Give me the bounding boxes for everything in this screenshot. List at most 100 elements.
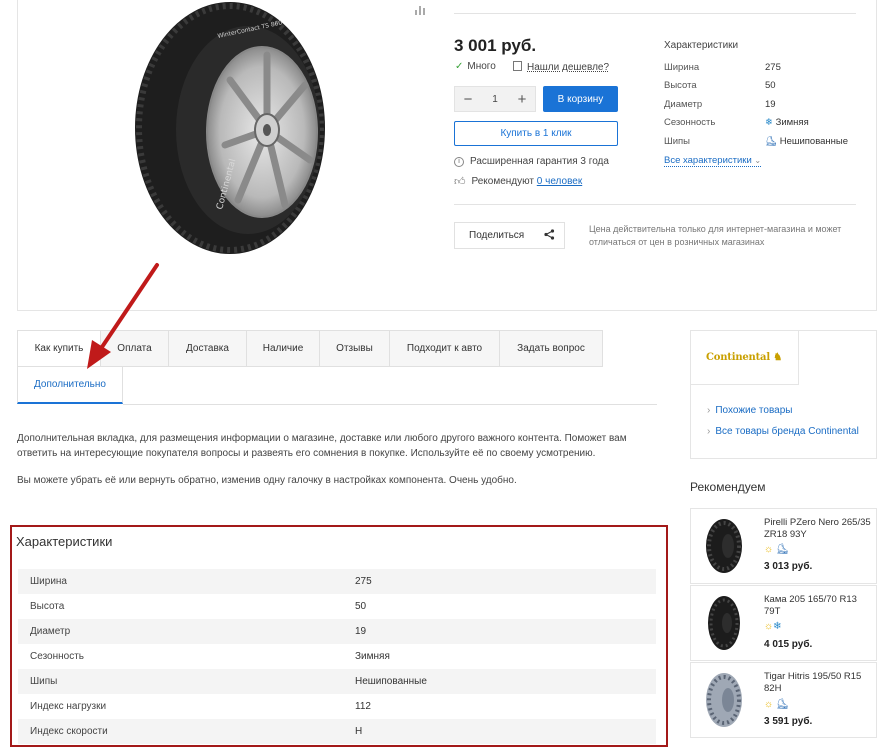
recommend-card[interactable]: Pirelli PZero Nero 265/35 ZR18 93Y ☼ ⛸ 3… — [690, 508, 877, 584]
table-value: H — [355, 726, 363, 737]
warranty-info: i Расширенная гарантия 3 года — [454, 156, 609, 167]
document-icon — [513, 61, 522, 71]
tire-thumb — [706, 519, 742, 573]
recommend-name[interactable]: Pirelli PZero Nero 265/35 ZR18 93Y — [764, 517, 872, 540]
bar-chart-icon[interactable] — [414, 4, 426, 16]
table-row: Шипы Нешипованные — [18, 669, 656, 694]
price-note: Цена действительна только для интернет-м… — [589, 224, 842, 247]
tire-thumb — [708, 596, 740, 650]
sun-icon: ☼ — [764, 544, 774, 555]
recommend-name[interactable]: Кама 205 165/70 R13 79T — [764, 594, 872, 617]
recommend-title: Рекомендуем — [690, 480, 766, 494]
buy-one-click-button[interactable]: Купить в 1 клик — [454, 121, 618, 146]
brand-logo-text: ntinental — [720, 351, 770, 363]
brand-logo[interactable]: Continental ♞ — [690, 330, 799, 385]
tire-thumb — [706, 673, 742, 727]
all-chars-label: Все характеристики — [664, 155, 752, 166]
tab-reviews[interactable]: Отзывы — [319, 330, 390, 367]
table-row: Индекс скорости H — [18, 719, 656, 744]
table-key: Сезонность — [30, 651, 84, 662]
tabs-bar: Как купить Оплата Доставка Наличие Отзыв… — [17, 330, 657, 405]
table-key: Шипы — [30, 676, 58, 687]
quantity-stepper[interactable]: − 1 + — [454, 86, 536, 112]
tab-delivery[interactable]: Доставка — [168, 330, 247, 367]
recommend-count-link[interactable]: 0 человек — [537, 176, 582, 187]
divider — [454, 204, 856, 205]
tab-how-to-buy[interactable]: Как купить — [17, 330, 101, 367]
recommend-price: 4 015 руб. — [764, 639, 813, 650]
table-value: 112 — [355, 701, 371, 712]
table-row: Индекс нагрузки 112 — [18, 694, 656, 719]
stock-status: ✓ Много — [455, 61, 496, 72]
char-key: Высота — [664, 80, 697, 91]
tab-fits-car[interactable]: Подходит к авто — [389, 330, 500, 367]
snowflake-icon: ❄ — [773, 621, 782, 632]
share-button[interactable]: Поделиться — [454, 222, 565, 249]
char-key: Ширина — [664, 62, 700, 73]
share-icon — [544, 228, 555, 243]
table-value: 50 — [355, 601, 367, 612]
table-row: Высота 50 — [18, 594, 656, 619]
brand-products-label: Все товары бренда Continental — [715, 426, 859, 437]
short-chars-title: Характеристики — [664, 40, 739, 51]
tab-description-paragraph: Вы можете убрать её или вернуть обратно,… — [17, 475, 517, 486]
divider — [123, 404, 657, 405]
add-to-cart-button[interactable]: В корзину — [543, 86, 618, 112]
warranty-label: Расширенная гарантия 3 года — [470, 156, 609, 167]
char-key: Шипы — [664, 136, 690, 147]
stock-label: Много — [467, 61, 496, 72]
qty-value[interactable]: 1 — [492, 94, 498, 105]
char-value: 275 — [765, 62, 781, 73]
thumbs-up-icon: 👍︎ — [454, 176, 466, 188]
spike-icon: ⛸ — [765, 136, 778, 147]
recommend-card[interactable]: Кама 205 165/70 R13 79T ☼❄ 4 015 руб. — [690, 585, 877, 661]
table-key: Ширина — [30, 576, 67, 587]
char-key: Диаметр — [664, 99, 703, 110]
char-value: ⛸ Нешипованные — [765, 136, 848, 147]
sun-icon: ☼ — [764, 621, 774, 632]
char-value: 50 — [765, 80, 776, 91]
char-value-text: Нешипованные — [779, 136, 849, 147]
spike-icon: ⛸ — [775, 699, 789, 710]
table-key: Индекс нагрузки — [30, 701, 107, 712]
qty-plus-button[interactable]: + — [515, 91, 529, 108]
horse-icon: ♞ — [773, 351, 782, 363]
recommend-card[interactable]: Tigar Hitris 195/50 R15 82H ☼ ⛸ 3 591 ру… — [690, 662, 877, 738]
chevron-right-icon: › — [707, 426, 711, 437]
tab-payment[interactable]: Оплата — [100, 330, 169, 367]
all-characteristics-link[interactable]: Все характеристики ⌄ — [664, 155, 762, 167]
tab-ask-question[interactable]: Задать вопрос — [499, 330, 603, 367]
found-cheaper-link[interactable]: Нашли дешевле? — [513, 61, 609, 73]
product-image[interactable]: Continental WinterContact TS 860 — [130, 0, 340, 260]
char-value-text: Зимняя — [775, 117, 809, 128]
spike-icon: ⛸ — [775, 544, 789, 555]
recommend-label: Рекомендуют — [471, 176, 535, 187]
char-key: Сезонность — [664, 117, 716, 128]
table-key: Индекс скорости — [30, 726, 108, 737]
table-value: 19 — [355, 626, 367, 637]
recommend-name[interactable]: Tigar Hitris 195/50 R15 82H — [764, 671, 872, 694]
table-row: Ширина 275 — [18, 569, 656, 594]
table-key: Высота — [30, 601, 65, 612]
share-label: Поделиться — [469, 230, 525, 241]
divider — [454, 13, 856, 14]
char-value: 19 — [765, 99, 776, 110]
qty-minus-button[interactable]: − — [461, 91, 475, 108]
similar-products-link[interactable]: › Похожие товары — [707, 405, 792, 416]
table-key: Диаметр — [30, 626, 71, 637]
table-row: Диаметр 19 — [18, 619, 656, 644]
check-icon: ✓ — [455, 61, 464, 72]
char-value: ❄ Зимняя — [765, 117, 809, 128]
brand-products-link[interactable]: › Все товары бренда Continental — [707, 426, 859, 437]
table-row: Сезонность Зимняя — [18, 644, 656, 669]
recommend-price: 3 591 руб. — [764, 716, 813, 727]
found-cheaper-label: Нашли дешевле? — [527, 62, 610, 73]
sun-icon: ☼ — [764, 699, 774, 710]
recommend-info: 👍︎ Рекомендуют 0 человек — [454, 175, 582, 188]
table-value: 275 — [355, 576, 372, 587]
chevron-right-icon: › — [707, 405, 711, 416]
tab-availability[interactable]: Наличие — [246, 330, 320, 367]
recommend-price: 3 013 руб. — [764, 561, 813, 572]
tab-additional[interactable]: Дополнительно — [17, 367, 123, 404]
table-value: Зимняя — [355, 651, 390, 662]
